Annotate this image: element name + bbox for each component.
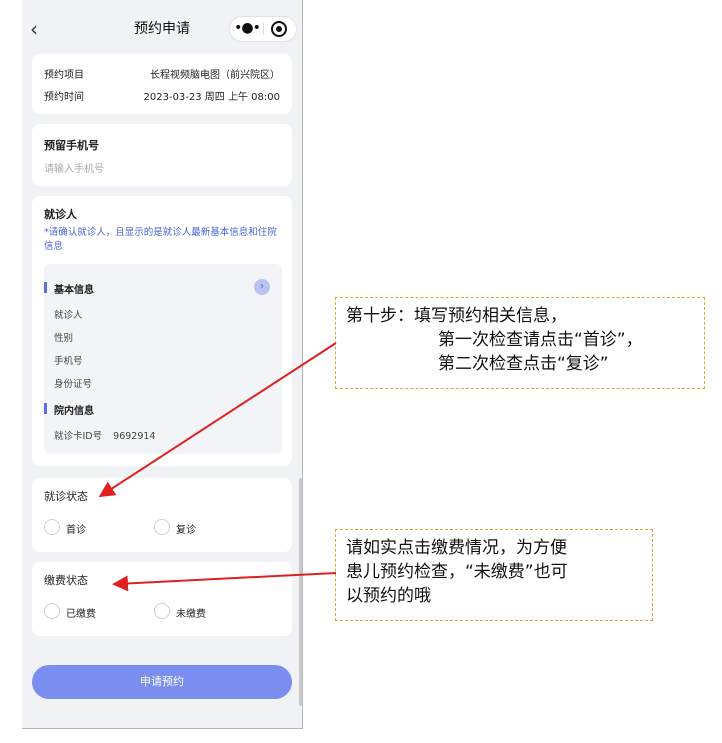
payment-status-heading: 缴费状态 xyxy=(44,574,88,587)
visit-status-heading: 就诊状态 xyxy=(44,490,88,503)
chevron-right-icon[interactable]: › xyxy=(254,279,270,295)
phone-card: 预留手机号 请输入手机号 xyxy=(32,124,292,186)
capsule-divider xyxy=(263,23,264,35)
patient-card: 就诊人 *请确认就诊人，且显示的是就诊人最新基本信息和住院信息 基本信息 › 就… xyxy=(32,196,292,466)
phone-screen: ‹ 预约申请 •●• 预约项目 长程视频脑电图（前兴院区） 预约时间 2023-… xyxy=(22,0,303,729)
field-gender: 性别 xyxy=(54,333,74,344)
payment-callout: 请如实点击缴费情况，为方便 患儿预约检查，“未缴费”也可 以预约的哦 xyxy=(335,529,653,621)
summary-time-row: 预约时间 2023-03-23 周四 上午 08:00 xyxy=(44,88,280,103)
step10-line-2: 第一次检查请点击“首诊”， xyxy=(438,330,643,350)
field-id-card: 身份证号 xyxy=(54,379,93,390)
phone-label: 预留手机号 xyxy=(44,139,99,152)
payment-line-2: 患儿预约检查，“未缴费”也可 xyxy=(346,562,568,582)
patient-info-box: 基本信息 › 就诊人 性别 手机号 身份证号 院内信息 就诊卡ID号 96929… xyxy=(44,264,282,454)
appointment-summary-card: 预约项目 长程视频脑电图（前兴院区） 预约时间 2023-03-23 周四 上午… xyxy=(32,54,292,114)
radio-paid[interactable] xyxy=(44,603,60,619)
first-visit-label[interactable]: 首诊 xyxy=(66,521,86,536)
payment-line-3: 以预约的哦 xyxy=(346,586,431,606)
more-icon[interactable]: •●• xyxy=(230,17,264,41)
patient-note: *请确认就诊人，且显示的是就诊人最新基本信息和住院信息 xyxy=(44,227,277,252)
card-id-label: 就诊卡ID号 xyxy=(54,431,103,442)
card-id-value: 9692914 xyxy=(113,431,156,442)
hospital-info-title: 院内信息 xyxy=(44,402,94,417)
summary-item-row: 预约项目 长程视频脑电图（前兴院区） xyxy=(44,66,280,81)
time-value: 2023-03-23 周四 上午 08:00 xyxy=(143,92,280,103)
radio-unpaid[interactable] xyxy=(154,603,170,619)
mini-program-capsule: •●• xyxy=(229,16,297,42)
return-visit-label[interactable]: 复诊 xyxy=(176,521,196,536)
submit-button[interactable]: 申请预约 xyxy=(32,665,292,699)
step10-callout: 第十步：填写预约相关信息， 第一次检查请点击“首诊”， 第二次检查点击“复诊” xyxy=(335,297,705,389)
card-id-row: 就诊卡ID号 9692914 xyxy=(54,428,155,442)
nav-bar: ‹ 预约申请 •●• xyxy=(22,0,302,58)
basic-info-title: 基本信息 xyxy=(44,281,94,296)
radio-return-visit[interactable] xyxy=(154,519,170,535)
field-phone: 手机号 xyxy=(54,356,83,367)
close-circle-icon[interactable] xyxy=(271,21,287,37)
item-value: 长程视频脑电图（前兴院区） xyxy=(150,70,280,81)
payment-status-card: 缴费状态 已缴费 未缴费 xyxy=(32,562,292,636)
phone-input[interactable]: 请输入手机号 xyxy=(44,160,104,175)
step10-line-1: 第十步：填写预约相关信息， xyxy=(346,306,567,326)
step10-line-3: 第二次检查点击“复诊” xyxy=(438,354,609,374)
paid-label[interactable]: 已缴费 xyxy=(66,605,96,620)
patient-heading: 就诊人 xyxy=(44,208,77,221)
item-label: 预约项目 xyxy=(44,70,84,81)
payment-line-1: 请如实点击缴费情况，为方便 xyxy=(346,538,567,558)
field-patient: 就诊人 xyxy=(54,310,83,321)
unpaid-label[interactable]: 未缴费 xyxy=(176,605,206,620)
time-label: 预约时间 xyxy=(44,92,84,103)
scrollbar[interactable] xyxy=(299,478,302,706)
radio-first-visit[interactable] xyxy=(44,519,60,535)
visit-status-card: 就诊状态 首诊 复诊 xyxy=(32,478,292,552)
